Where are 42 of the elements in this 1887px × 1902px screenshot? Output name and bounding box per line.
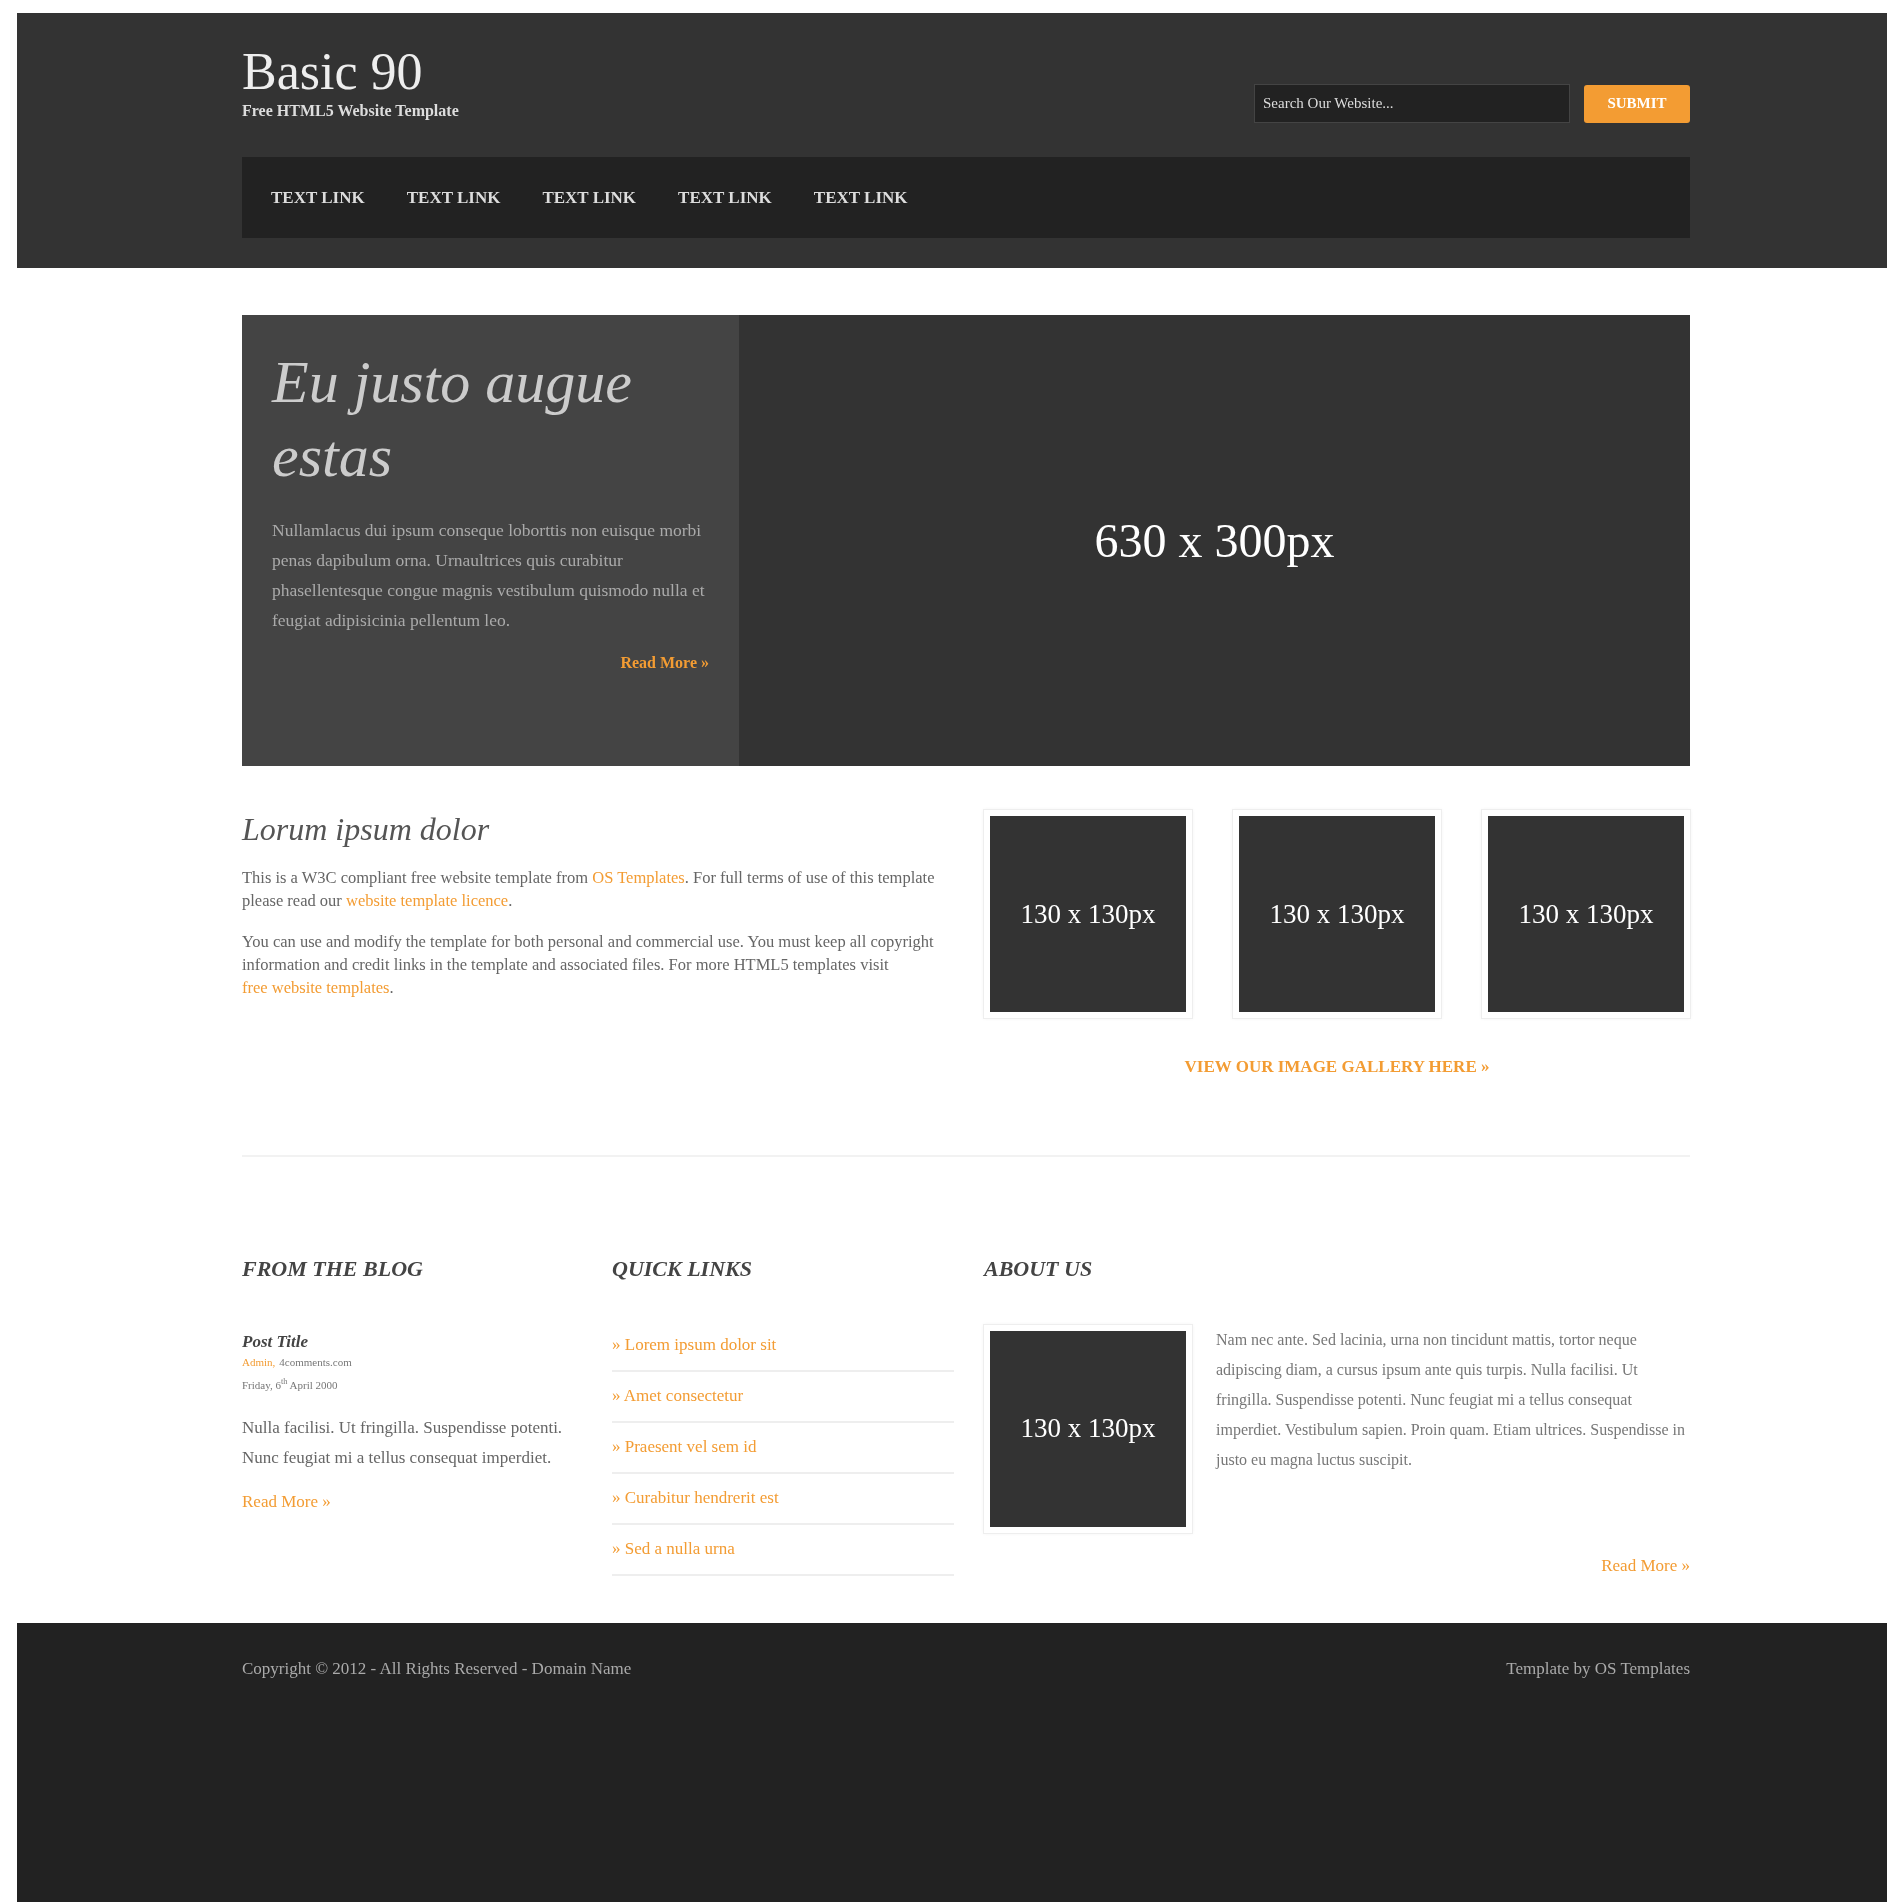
nav-link[interactable]: TEXT LINK: [678, 184, 772, 211]
column-heading: QUICK LINKS: [612, 1254, 753, 1283]
placeholder-size-label: 130 x 130px: [1518, 897, 1654, 931]
nav-link[interactable]: TEXT LINK: [542, 184, 637, 211]
copyright-text: Copyright © 2012 - All Rights Reserved - Domain Name: [242, 1658, 632, 1680]
site-title[interactable]: Basic 90: [242, 43, 459, 101]
post-title[interactable]: Post Title: [242, 1328, 612, 1354]
column-heading: FROM THE BLOG: [242, 1254, 424, 1283]
text-link[interactable]: OS Templates: [592, 868, 685, 887]
intro-paragraph: You can use and modify the template for both personal and commercial use. You must keep all copyright information and credit links in the template and associated files. For more HTML5 templates visit free website templates.: [242, 931, 935, 999]
placeholder-size-label: 130 x 130px: [1020, 1412, 1156, 1446]
intro-paragraph: This is a W3C compliant free website template from OS Templates. For full terms of use of this template please read our website template licence.: [242, 867, 936, 912]
gallery-link[interactable]: VIEW OUR IMAGE GALLERY HERE »: [1184, 1054, 1490, 1080]
quick-link[interactable]: » Sed a nulla urna: [612, 1524, 954, 1576]
placeholder-size-label: 130 x 130px: [1020, 897, 1156, 931]
text-link[interactable]: website template licence: [346, 891, 509, 910]
post-date: Friday, 6$^{th}$ April 2000: [242, 1376, 339, 1393]
placeholder-size-label: 630 x 300px: [1094, 512, 1335, 569]
nav-link[interactable]: TEXT LINK: [813, 184, 908, 211]
read-more-link[interactable]: Read More »: [1601, 1552, 1690, 1578]
hero-text: Nullamlacus dui ipsum conseque loborttis non euisque morbi penas dapibulum orna. Urnaultrices quis curabitur phasellentesque congue magnis vestibulum quismodo nulla et feugiat adipisicinia pellentum leo.: [272, 519, 706, 632]
quick-link[interactable]: » Lorem ipsum dolor sit: [612, 1320, 954, 1372]
hero-title: Eu justo augue estas: [272, 348, 633, 491]
text-link[interactable]: free website templates: [242, 978, 390, 997]
about-text: Nam nec ante. Sed lacinia, urna non tincidunt mattis, tortor neque adipiscing diam, a cursus ipsum ante quis turpis. Nulla facilisi. Ut fringilla. Suspendisse potenti. Nunc feugiat mi a tellus consequat imperdiet. Vestibulum sapien. Proin quam. Etiam ultrices. Suspendisse in justo eu magna luctus suscipit.: [1216, 1329, 1686, 1471]
section-title: Lorum ipsum dolor: [242, 810, 491, 848]
placeholder-size-label: 130 x 130px: [1269, 897, 1405, 931]
quick-link[interactable]: » Amet consectetur: [612, 1371, 954, 1423]
nav-link[interactable]: TEXT LINK: [406, 184, 501, 211]
submit-button[interactable]: SUBMIT: [1584, 84, 1690, 123]
site-tagline: Free HTML5 Website Template: [242, 101, 459, 121]
quick-link[interactable]: » Praesent vel sem id: [612, 1422, 954, 1474]
nav-link[interactable]: TEXT LINK: [271, 184, 365, 211]
post-comments: 4comments.com: [279, 1355, 352, 1370]
post-excerpt: Nulla facilisi. Ut fringilla. Suspendisse potenti. Nunc feugiat mi a tellus consequat imperdiet.: [242, 1417, 564, 1469]
search-field[interactable]: Search Our Website...: [1254, 84, 1570, 123]
credit-text: Template by OS Templates: [1506, 1658, 1690, 1680]
post-author[interactable]: Admin,: [242, 1354, 276, 1371]
read-more-link[interactable]: Read More »: [620, 651, 709, 675]
column-heading: ABOUT US: [984, 1254, 1094, 1283]
quick-link[interactable]: » Curabitur hendrerit est: [612, 1473, 954, 1525]
read-more-link[interactable]: Read More »: [242, 1489, 612, 1515]
